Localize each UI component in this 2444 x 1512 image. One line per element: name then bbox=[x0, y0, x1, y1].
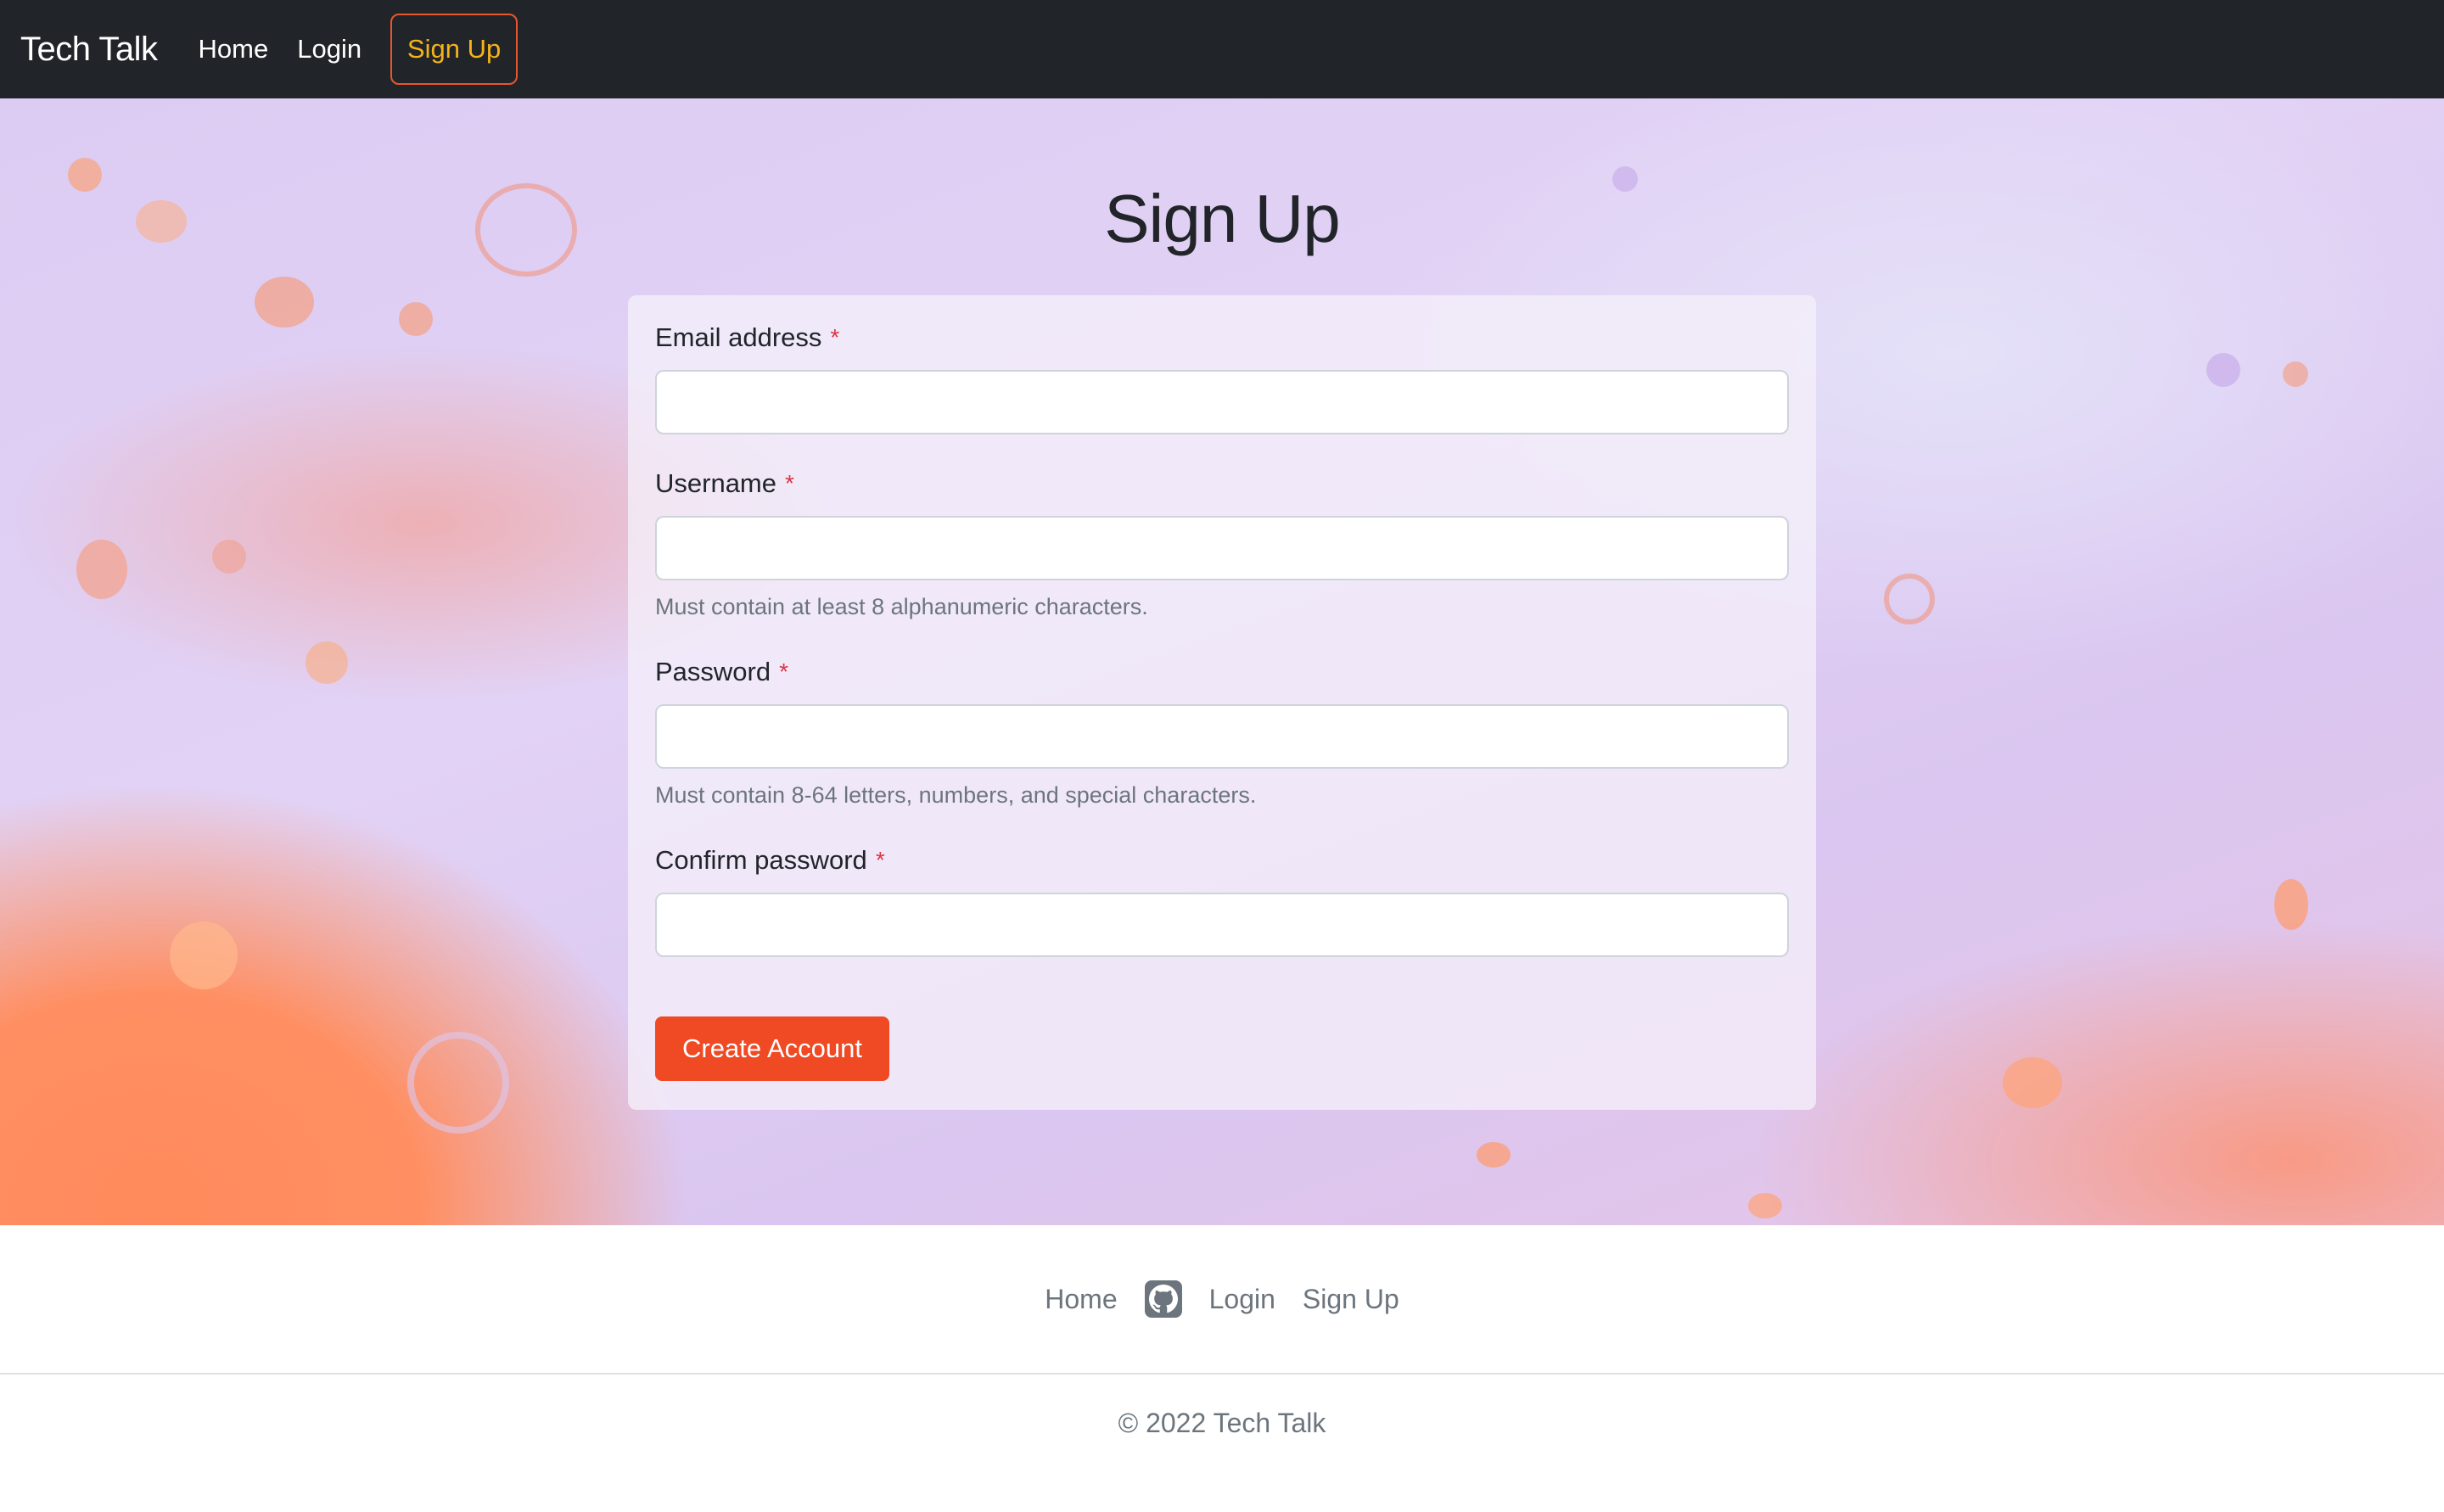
username-help-text: Must contain at least 8 alphanumeric cha… bbox=[655, 594, 1148, 619]
required-marker: * bbox=[785, 470, 794, 496]
email-field-group: Email address * bbox=[655, 322, 1789, 434]
username-label: Username * bbox=[655, 468, 1789, 499]
footer-nav: Home Login Sign Up bbox=[0, 1225, 2444, 1375]
password-help-text: Must contain 8-64 letters, numbers, and … bbox=[655, 782, 1257, 808]
github-icon-glyph bbox=[1148, 1285, 1178, 1313]
required-marker: * bbox=[779, 658, 789, 685]
username-input[interactable] bbox=[655, 516, 1789, 580]
password-label-text: Password bbox=[655, 657, 771, 686]
confirm-password-input[interactable] bbox=[655, 893, 1789, 957]
nav-login-link[interactable]: Login bbox=[297, 34, 362, 64]
hero-background: Sign Up Email address * Username * Must … bbox=[0, 98, 2444, 1225]
github-icon[interactable] bbox=[1144, 1280, 1182, 1318]
signup-form: Email address * Username * Must contain … bbox=[628, 295, 1816, 1110]
username-field-group: Username * Must contain at least 8 alpha… bbox=[655, 468, 1789, 620]
nav-signup-button[interactable]: Sign Up bbox=[390, 14, 519, 85]
email-label-text: Email address bbox=[655, 322, 822, 352]
copyright-text: © 2022 Tech Talk bbox=[1118, 1407, 1326, 1438]
password-field-group: Password * Must contain 8-64 letters, nu… bbox=[655, 657, 1789, 809]
create-account-button[interactable]: Create Account bbox=[655, 1016, 889, 1081]
confirm-password-label-text: Confirm password bbox=[655, 845, 867, 875]
page-title: Sign Up bbox=[1104, 181, 1341, 256]
email-input[interactable] bbox=[655, 370, 1789, 434]
footer-login-link[interactable]: Login bbox=[1209, 1284, 1275, 1315]
brand-logo[interactable]: Tech Talk bbox=[20, 31, 158, 69]
required-marker: * bbox=[830, 324, 840, 350]
confirm-password-label: Confirm password * bbox=[655, 845, 1789, 876]
footer-home-link[interactable]: Home bbox=[1045, 1284, 1117, 1315]
nav-home-link[interactable]: Home bbox=[199, 34, 269, 64]
password-input[interactable] bbox=[655, 704, 1789, 769]
username-label-text: Username bbox=[655, 468, 776, 498]
required-marker: * bbox=[875, 847, 885, 873]
email-label: Email address * bbox=[655, 322, 1789, 353]
confirm-password-field-group: Confirm password * bbox=[655, 845, 1789, 957]
footer-signup-link[interactable]: Sign Up bbox=[1303, 1284, 1399, 1315]
top-navbar: Tech Talk Home Login Sign Up bbox=[0, 0, 2444, 98]
password-label: Password * bbox=[655, 657, 1789, 687]
